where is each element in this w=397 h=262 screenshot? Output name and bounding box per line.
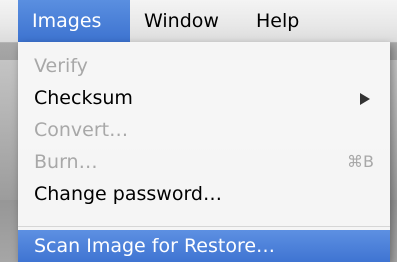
menu-images[interactable]: Images xyxy=(18,0,130,42)
menu-item-label: Convert… xyxy=(34,119,129,141)
menu-bar: Images Window Help xyxy=(0,0,397,43)
menu-help[interactable]: Help xyxy=(242,0,322,42)
menu-item-label: Burn… xyxy=(34,151,98,173)
menu-item-scan-image-for-restore[interactable]: Scan Image for Restore… xyxy=(18,230,390,262)
menu-separator xyxy=(18,226,390,227)
menu-item-burn[interactable]: Burn… ⌘B xyxy=(18,146,390,178)
menu-window[interactable]: Window xyxy=(130,0,242,42)
menu-item-verify[interactable]: Verify xyxy=(18,50,390,82)
menu-item-label: Verify xyxy=(34,55,88,77)
shortcut-label: ⌘B xyxy=(347,152,374,171)
menu-item-label: Checksum xyxy=(34,87,133,109)
images-dropdown-menu: Verify Checksum Convert… Burn… ⌘B Change… xyxy=(18,42,390,262)
submenu-arrow-icon xyxy=(360,93,370,105)
menu-item-checksum[interactable]: Checksum xyxy=(18,82,390,114)
menu-item-convert[interactable]: Convert… xyxy=(18,114,390,146)
menu-item-label: Scan Image for Restore… xyxy=(34,235,276,257)
menu-item-change-password[interactable]: Change password… xyxy=(18,178,390,210)
menu-item-label: Change password… xyxy=(34,183,222,205)
